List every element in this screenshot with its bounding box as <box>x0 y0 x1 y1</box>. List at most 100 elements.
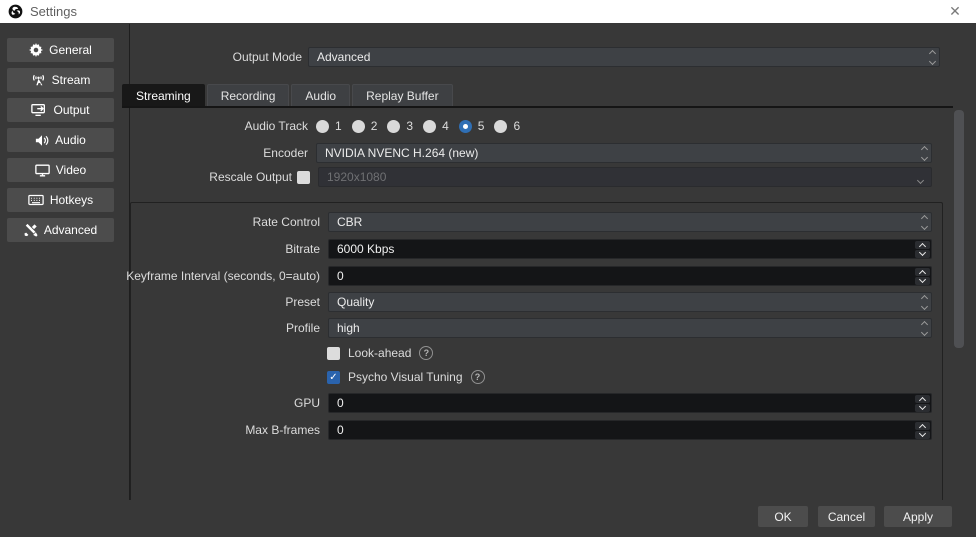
audio-track-option[interactable]: 2 <box>352 116 378 136</box>
radio-label: 5 <box>478 116 485 136</box>
psycho-visual-tuning-checkbox[interactable]: ✓ <box>327 371 340 384</box>
titlebar: Settings ✕ <box>0 0 976 23</box>
spin-down-button[interactable] <box>915 404 930 412</box>
spin-down-button[interactable] <box>915 277 930 285</box>
tools-icon <box>24 223 38 237</box>
tab-label: Streaming <box>136 89 191 103</box>
audio-track-option[interactable]: 6 <box>494 116 520 136</box>
tab-label: Replay Buffer <box>366 89 439 103</box>
tab-streaming[interactable]: Streaming <box>122 84 205 106</box>
rescale-output-checkbox[interactable]: ✓ <box>297 171 310 184</box>
radio-icon[interactable] <box>459 120 472 133</box>
sidebar-item-output[interactable]: Output <box>7 98 114 122</box>
spin-down-button[interactable] <box>915 250 930 258</box>
window-title: Settings <box>30 4 77 19</box>
output-mode-label: Output Mode <box>233 47 302 67</box>
display-arrow-icon <box>31 103 47 117</box>
gear-icon <box>29 43 43 57</box>
vertical-scrollbar[interactable] <box>954 110 964 348</box>
sidebar-item-audio[interactable]: Audio <box>7 128 114 152</box>
rescale-output-label: Rescale Output <box>209 167 292 187</box>
audio-track-option[interactable]: 3 <box>387 116 413 136</box>
look-ahead-checkbox[interactable]: ✓ <box>327 347 340 360</box>
rescale-resolution-value: 1920x1080 <box>327 170 386 184</box>
sidebar-item-label: Audio <box>55 133 86 147</box>
help-icon[interactable]: ? <box>419 346 433 360</box>
sidebar-item-stream[interactable]: Stream <box>7 68 114 92</box>
encoder-value: NVIDIA NVENC H.264 (new) <box>325 146 478 160</box>
radio-label: 3 <box>406 116 413 136</box>
spin-up-button[interactable] <box>915 268 930 276</box>
spin-down-button[interactable] <box>915 431 930 439</box>
radio-icon[interactable] <box>423 120 436 133</box>
psycho-visual-tuning-label: Psycho Visual Tuning <box>348 370 463 384</box>
keyframe-interval-value: 0 <box>337 269 344 283</box>
sidebar: General Stream Output Audio Video Hotkey… <box>0 23 129 514</box>
sidebar-item-label: Stream <box>52 73 91 87</box>
tab-recording[interactable]: Recording <box>207 84 290 106</box>
spin-up-button[interactable] <box>915 422 930 430</box>
preset-value: Quality <box>337 295 374 309</box>
keyframe-interval-spinbox[interactable]: 0 <box>328 266 932 286</box>
combo-arrows-icon <box>922 213 927 231</box>
spin-up-button[interactable] <box>915 395 930 403</box>
preset-select[interactable]: Quality <box>328 292 932 312</box>
gpu-spinbox[interactable]: 0 <box>328 393 932 413</box>
gpu-label: GPU <box>294 393 320 413</box>
tab-replay-buffer[interactable]: Replay Buffer <box>352 84 453 106</box>
close-icon[interactable]: ✕ <box>942 0 968 23</box>
sidebar-item-hotkeys[interactable]: Hotkeys <box>7 188 114 212</box>
broadcast-icon <box>31 73 46 87</box>
radio-icon[interactable] <box>352 120 365 133</box>
radio-icon[interactable] <box>316 120 329 133</box>
audio-track-option[interactable]: 1 <box>316 116 342 136</box>
output-tabs: Streaming Recording Audio Replay Buffer <box>122 84 453 106</box>
cancel-button[interactable]: Cancel <box>818 506 875 527</box>
sidebar-item-label: Video <box>56 163 86 177</box>
bitrate-value: 6000 Kbps <box>337 242 394 256</box>
rescale-resolution-select: 1920x1080 <box>318 167 932 187</box>
radio-icon[interactable] <box>387 120 400 133</box>
sidebar-item-general[interactable]: General <box>7 38 114 62</box>
tab-audio[interactable]: Audio <box>291 84 350 106</box>
speaker-icon <box>35 134 49 147</box>
radio-label: 2 <box>371 116 378 136</box>
profile-select[interactable]: high <box>328 318 932 338</box>
combo-arrows-icon <box>922 144 927 162</box>
max-bframes-spinbox[interactable]: 0 <box>328 420 932 440</box>
radio-label: 1 <box>335 116 342 136</box>
apply-button[interactable]: Apply <box>884 506 952 527</box>
help-icon[interactable]: ? <box>471 370 485 384</box>
output-mode-value: Advanced <box>317 50 370 64</box>
rate-control-label: Rate Control <box>253 212 320 232</box>
ok-button[interactable]: OK <box>758 506 808 527</box>
look-ahead-label: Look-ahead <box>348 346 411 360</box>
audio-track-option[interactable]: 5 <box>459 116 485 136</box>
profile-label: Profile <box>286 318 320 338</box>
tab-separator <box>122 106 953 108</box>
bitrate-label: Bitrate <box>285 239 320 259</box>
preset-label: Preset <box>285 292 320 312</box>
max-bframes-value: 0 <box>337 423 344 437</box>
sidebar-item-advanced[interactable]: Advanced <box>7 218 114 242</box>
radio-label: 6 <box>513 116 520 136</box>
encoder-select[interactable]: NVIDIA NVENC H.264 (new) <box>316 143 932 163</box>
settings-dialog: Settings ✕ General Stream Output Audio V… <box>0 0 976 537</box>
combo-arrows-icon <box>922 293 927 311</box>
sidebar-item-label: Output <box>53 103 89 117</box>
output-mode-select[interactable]: Advanced <box>308 47 940 67</box>
radio-icon[interactable] <box>494 120 507 133</box>
tab-label: Audio <box>305 89 336 103</box>
keyboard-icon <box>28 194 44 206</box>
rate-control-value: CBR <box>337 215 362 229</box>
combo-down-arrow-icon <box>918 174 923 188</box>
obs-logo-icon <box>8 4 23 19</box>
spin-up-button[interactable] <box>915 241 930 249</box>
monitor-icon <box>35 164 50 177</box>
max-bframes-label: Max B-frames <box>245 420 320 440</box>
audio-track-option[interactable]: 4 <box>423 116 449 136</box>
combo-arrows-icon <box>922 319 927 337</box>
rate-control-select[interactable]: CBR <box>328 212 932 232</box>
bitrate-spinbox[interactable]: 6000 Kbps <box>328 239 932 259</box>
sidebar-item-video[interactable]: Video <box>7 158 114 182</box>
